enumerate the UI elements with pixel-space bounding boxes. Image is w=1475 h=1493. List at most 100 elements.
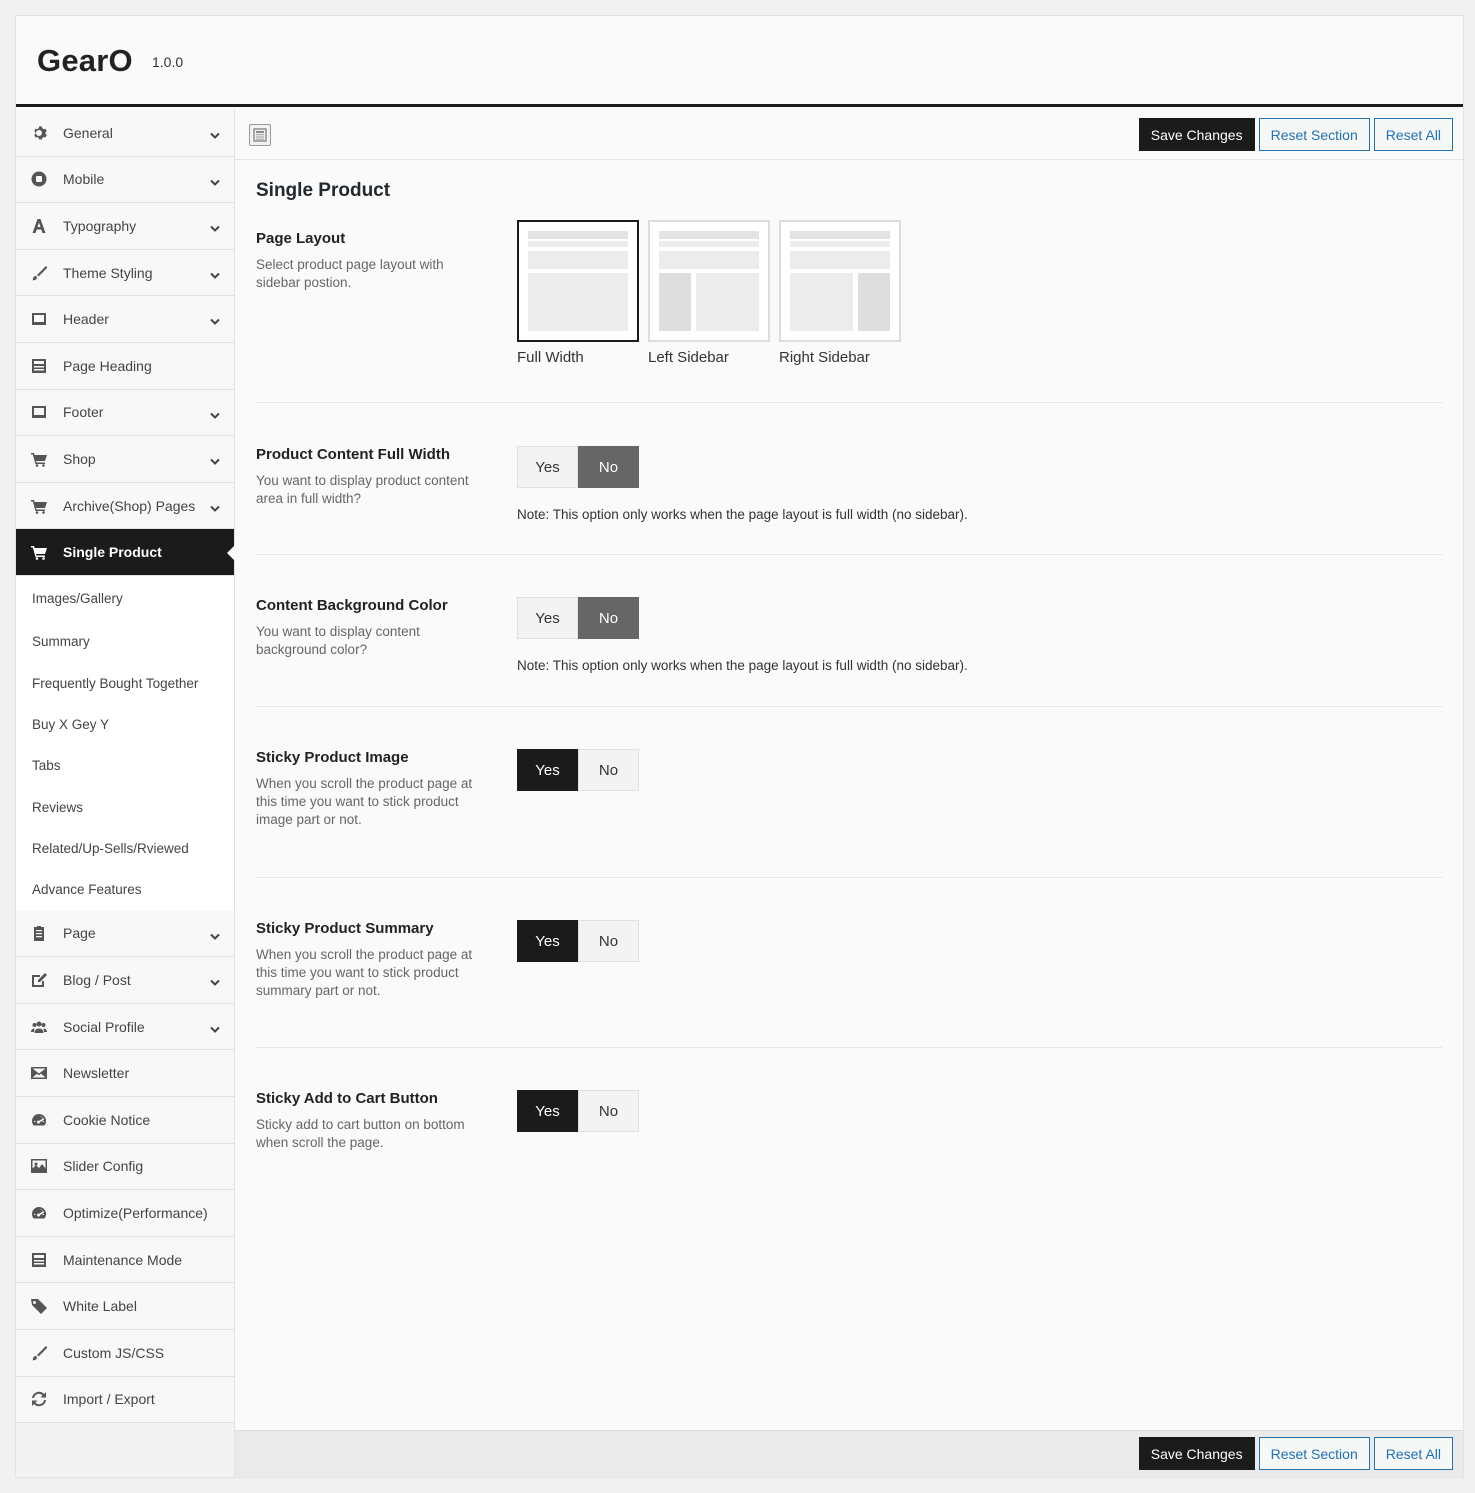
layout-right-sidebar-icon: [790, 231, 890, 331]
field-desc: Sticky add to cart button on bottom when…: [256, 1117, 465, 1150]
sidebar-item-label: Mobile: [63, 171, 105, 188]
layout-full-width[interactable]: Full Width: [517, 220, 639, 402]
toggle-yes[interactable]: Yes: [517, 446, 578, 488]
toggle-yes[interactable]: Yes: [517, 749, 578, 791]
envelope-icon: [31, 1065, 47, 1081]
sidebar-item-theme-styling[interactable]: Theme Styling: [16, 249, 234, 297]
sidebar-item-maintenance-mode[interactable]: Maintenance Mode: [16, 1236, 234, 1284]
toggle-yes[interactable]: Yes: [517, 920, 578, 962]
field-row-sticky-product-image: Sticky Product Image When you scroll the …: [256, 707, 1442, 878]
sidebar-item-footer[interactable]: Footer: [16, 389, 234, 437]
cart-icon: [31, 544, 47, 560]
layout-left-sidebar[interactable]: Left Sidebar: [648, 220, 770, 402]
subnav-item-buy-x-gey-y[interactable]: Buy X Gey Y: [16, 704, 234, 745]
chevron-down-icon[interactable]: [210, 407, 220, 419]
toggle-no[interactable]: No: [578, 749, 639, 791]
refresh-icon: [31, 1391, 47, 1407]
sidebar-item-blog-post[interactable]: Blog / Post: [16, 957, 234, 1004]
sidebar-item-label: Cookie Notice: [63, 1111, 151, 1128]
sidebar-item-label: Newsletter: [63, 1065, 130, 1082]
chevron-down-icon[interactable]: [210, 928, 220, 940]
tag-icon: [31, 1298, 47, 1315]
sidebar-item-archive-shop-pages[interactable]: Archive(Shop) Pages: [16, 482, 234, 530]
chevron-down-icon[interactable]: [210, 127, 220, 139]
save-changes-button-bottom[interactable]: Save Changes: [1138, 1437, 1255, 1470]
sidebar-item-page-heading[interactable]: Page Heading: [16, 342, 234, 390]
users-icon: [31, 1019, 47, 1035]
reset-all-button[interactable]: Reset All: [1373, 118, 1453, 151]
subnav-item-images-gallery[interactable]: Images/Gallery: [16, 576, 234, 621]
chevron-down-icon[interactable]: [210, 267, 220, 279]
sidebar-item-white-label[interactable]: White Label: [16, 1283, 234, 1331]
sidebar-item-optimize-performance[interactable]: Optimize(Performance): [16, 1190, 234, 1237]
field-note: Note: This option only works when the pa…: [517, 507, 968, 522]
sidebar-item-header[interactable]: Header: [16, 296, 234, 343]
field-label: Content Background Color: [256, 597, 448, 614]
field-label: Sticky Add to Cart Button: [256, 1090, 438, 1107]
toggle-no[interactable]: No: [578, 920, 639, 962]
layout-full-width-icon: [528, 231, 628, 331]
sidebar-item-label: Typography: [63, 217, 137, 234]
field-label: Sticky Product Summary: [256, 920, 434, 937]
chevron-down-icon[interactable]: [210, 220, 220, 233]
subnav-item-reviews[interactable]: Reviews: [16, 787, 234, 828]
field-row-sticky-product-summary: Sticky Product Summary When you scroll th…: [256, 878, 1442, 1048]
reset-section-button-bottom[interactable]: Reset Section: [1258, 1437, 1370, 1470]
reset-section-button[interactable]: Reset Section: [1258, 118, 1370, 151]
cart-icon: [31, 498, 47, 514]
sidebar-item-typography[interactable]: Typography: [16, 203, 234, 250]
toggle-yes[interactable]: Yes: [517, 1090, 578, 1132]
sidebar-nav-top: General Mobile Typography Theme Styling Head…: [16, 110, 235, 576]
sidebar-item-label: Maintenance Mode: [63, 1251, 183, 1268]
field-row-product-content-full-width: Product Content Full Width You want to di…: [256, 403, 1442, 555]
chevron-down-icon[interactable]: [210, 174, 220, 186]
page-layout-desc: Select product page layout with sidebar …: [256, 257, 444, 290]
sidebar-item-shop[interactable]: Shop: [16, 436, 234, 483]
sidebar-item-slider-config[interactable]: Slider Config: [16, 1143, 234, 1191]
subnav-item-frequently-bought-together[interactable]: Frequently Bought Together: [16, 662, 234, 703]
page-layout-row: Page Layout Select product page layout w…: [256, 220, 1442, 403]
gear-icon: [31, 125, 47, 141]
sidebar-item-newsletter[interactable]: Newsletter: [16, 1050, 234, 1098]
chevron-down-icon[interactable]: [210, 974, 220, 987]
sidebar-item-cookie-notice[interactable]: Cookie Notice: [16, 1097, 234, 1144]
subnav-item-advance-features[interactable]: Advance Features: [16, 869, 234, 910]
panel-header: GearO 1.0.0: [16, 16, 1463, 107]
sidebar-item-general[interactable]: General: [16, 110, 234, 157]
layout-caption: Full Width: [517, 349, 584, 366]
sidebar-item-label: Optimize(Performance): [63, 1205, 208, 1222]
options-panel: GearO 1.0.0 General Mobile Typography Theme…: [15, 15, 1464, 1478]
sidebar-item-label: Single Product: [63, 544, 162, 561]
sidebar-item-mobile[interactable]: Mobile: [16, 156, 234, 204]
chevron-down-icon[interactable]: [210, 313, 220, 326]
expand-icon[interactable]: [249, 124, 271, 146]
sidebar-item-label: Page: [63, 925, 96, 942]
sidebar-item-custom-js-css[interactable]: Custom JS/CSS: [16, 1330, 234, 1377]
sidebar-item-label: Theme Styling: [63, 264, 153, 281]
app-version: 1.0.0: [152, 54, 184, 70]
sidebar-item-label: White Label: [63, 1298, 137, 1315]
toggle-yes[interactable]: Yes: [517, 597, 578, 639]
sidebar-item-label: Footer: [63, 404, 104, 421]
sidebar-item-page[interactable]: Page: [16, 910, 234, 958]
sidebar-item-import-export[interactable]: Import / Export: [16, 1376, 234, 1424]
chevron-down-icon[interactable]: [210, 1021, 220, 1033]
toggle-no[interactable]: No: [578, 597, 639, 639]
field-note: Note: This option only works when the pa…: [517, 658, 968, 673]
clipboard-icon: [31, 925, 47, 942]
field-label: Product Content Full Width: [256, 446, 450, 463]
chevron-down-icon[interactable]: [210, 453, 220, 466]
field-label: Sticky Product Image: [256, 749, 409, 766]
sidebar-item-single-product[interactable]: Single Product: [16, 529, 235, 576]
toggle-no[interactable]: No: [578, 446, 639, 488]
field-desc: When you scroll the product page at this…: [256, 947, 473, 998]
toggle-no[interactable]: No: [578, 1090, 639, 1132]
reset-all-button-bottom[interactable]: Reset All: [1373, 1437, 1453, 1470]
save-changes-button[interactable]: Save Changes: [1138, 118, 1255, 151]
chevron-down-icon[interactable]: [210, 500, 220, 512]
sidebar-item-social-profile[interactable]: Social Profile: [16, 1003, 234, 1051]
layout-right-sidebar[interactable]: Right Sidebar: [779, 220, 901, 402]
subnav-item-tabs[interactable]: Tabs: [16, 745, 234, 786]
subnav-item-related-up-sells-rviewed[interactable]: Related/Up-Sells/Rviewed: [16, 828, 234, 869]
subnav-item-summary[interactable]: Summary: [16, 621, 234, 662]
